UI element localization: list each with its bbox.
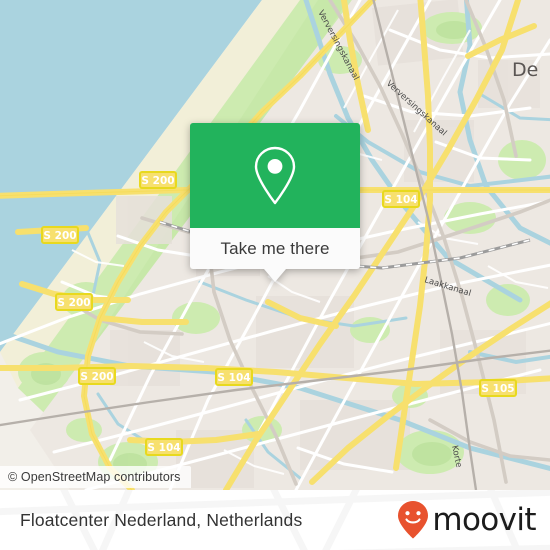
road-shield: S 104	[382, 190, 420, 208]
place-title: Floatcenter Nederland, Netherlands	[20, 490, 302, 550]
svg-text:S 200: S 200	[141, 175, 174, 187]
moovit-logo[interactable]: moovit	[397, 490, 537, 550]
popup-pointer-tail	[264, 269, 286, 282]
svg-text:S 200: S 200	[57, 297, 90, 309]
svg-text:S 200: S 200	[43, 230, 76, 242]
road-shield: S 105	[479, 379, 517, 397]
road-shield: S 200	[139, 171, 177, 189]
road-shield: S 104	[215, 368, 253, 386]
svg-text:S 104: S 104	[217, 372, 250, 384]
footer-bar: Floatcenter Nederland, Netherlands moovi…	[0, 490, 550, 550]
popup-image-area	[190, 123, 360, 228]
city-label: De	[512, 59, 538, 81]
place-title-text: Floatcenter Nederland, Netherlands	[20, 509, 303, 530]
moovit-wordmark: moovit	[432, 501, 536, 538]
svg-text:S 104: S 104	[147, 442, 180, 454]
map-pin-icon	[254, 146, 296, 204]
osm-attribution-text: © OpenStreetMap contributors	[8, 470, 181, 484]
road-shield: S 200	[78, 367, 116, 385]
popup-action-row[interactable]: Take me there	[190, 228, 360, 282]
svg-text:S 200: S 200	[80, 371, 113, 383]
osm-attribution[interactable]: © OpenStreetMap contributors	[0, 466, 191, 488]
svg-text:S 105: S 105	[481, 383, 514, 395]
road-shield: S 104	[145, 438, 183, 456]
svg-text:S 104: S 104	[384, 194, 417, 206]
moovit-map-screenshot: Verversingskanaal Verversingskanaal Laak…	[0, 0, 550, 550]
take-me-there-label: Take me there	[220, 238, 330, 258]
moovit-smiley-pin-icon	[398, 501, 429, 539]
location-popup-card[interactable]: Take me there	[190, 123, 360, 282]
road-shield: S 200	[55, 293, 93, 311]
road-shield: S 200	[41, 226, 79, 244]
